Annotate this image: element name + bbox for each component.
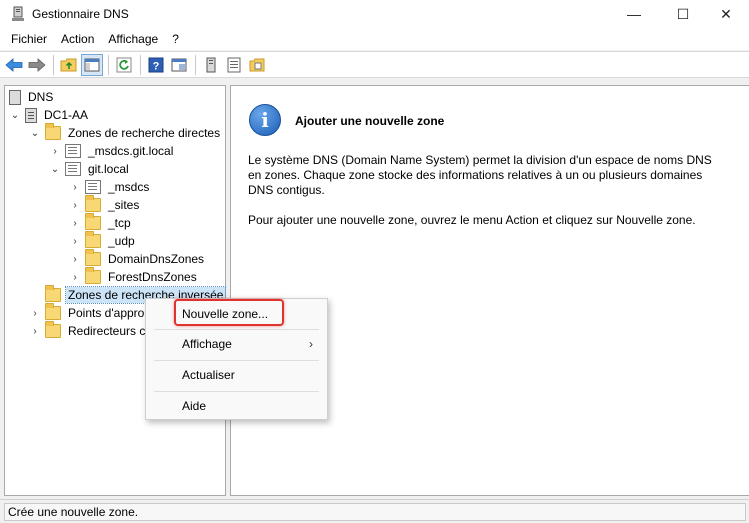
- title-bar: Gestionnaire DNS — ☐ ✕: [0, 0, 749, 28]
- folder-icon: [85, 213, 101, 230]
- tree-node-udp[interactable]: › _udp: [69, 231, 137, 250]
- tree-node-sites[interactable]: › _sites: [69, 195, 141, 214]
- toolbar-separator: [108, 54, 109, 75]
- show-hide-console-tree-icon[interactable]: [81, 53, 103, 76]
- tree-label: ForestDnsZones: [108, 270, 197, 284]
- info-body: Le système DNS (Domain Name System) perm…: [248, 153, 728, 243]
- window-title: Gestionnaire DNS: [32, 7, 129, 21]
- close-button[interactable]: ✕: [703, 0, 749, 28]
- tree-node-dns[interactable]: DNS: [9, 88, 55, 106]
- toolbar-separator: [53, 54, 54, 75]
- tree-label: _sites: [108, 198, 140, 212]
- forward-arrow-icon[interactable]: [26, 54, 48, 76]
- list-icon[interactable]: [223, 54, 245, 76]
- info-title: Ajouter une nouvelle zone: [295, 114, 445, 128]
- menu-item-help[interactable]: Aide: [146, 394, 327, 418]
- chevron-right-icon[interactable]: ›: [49, 142, 61, 160]
- chevron-down-icon[interactable]: ⌄: [9, 106, 21, 124]
- dns-icon: [9, 89, 21, 105]
- menu-separator: [154, 360, 319, 361]
- folder-icon: [85, 267, 101, 284]
- toolbar-separator: [195, 54, 196, 75]
- help-icon[interactable]: ?: [145, 54, 167, 76]
- toolbar: ?: [0, 51, 749, 78]
- server-icon: [25, 107, 37, 123]
- info-paragraph-2: Pour ajouter une nouvelle zone, ouvrez l…: [248, 213, 696, 227]
- chevron-right-icon[interactable]: ›: [69, 214, 81, 232]
- chevron-right-icon[interactable]: ›: [29, 322, 41, 340]
- toolbar-separator: [140, 54, 141, 75]
- folder-icon: [45, 321, 61, 338]
- menu-separator: [154, 391, 319, 392]
- chevron-right-icon[interactable]: ›: [69, 268, 81, 286]
- folder-icon: [85, 195, 101, 212]
- tree-node-tcp[interactable]: › _tcp: [69, 213, 133, 232]
- folder-icon: [45, 123, 61, 140]
- chevron-right-icon[interactable]: ›: [69, 178, 81, 196]
- folder-icon: [45, 285, 61, 302]
- folder-icon: [85, 231, 101, 248]
- tree-node-server[interactable]: ⌄ DC1-AA: [9, 106, 90, 124]
- chevron-down-icon[interactable]: ⌄: [49, 160, 61, 178]
- status-text: Crée une nouvelle zone.: [4, 503, 746, 521]
- dns-manager-app-icon: [10, 6, 26, 22]
- tree-label: DC1-AA: [44, 108, 89, 122]
- status-bar: Crée une nouvelle zone.: [0, 499, 749, 523]
- tree-node-domaindnszones[interactable]: › DomainDnsZones: [69, 249, 206, 268]
- chevron-right-icon[interactable]: ›: [29, 304, 41, 322]
- menu-item-view[interactable]: Affichage ›: [146, 332, 327, 356]
- tree-node-forestdnszones[interactable]: › ForestDnsZones: [69, 267, 199, 286]
- refresh-icon[interactable]: [113, 54, 135, 76]
- submenu-arrow-icon: ›: [309, 337, 313, 351]
- menu-bar: Fichier Action Affichage ?: [0, 28, 749, 50]
- chevron-down-icon[interactable]: ⌄: [29, 124, 41, 142]
- chevron-right-icon[interactable]: ›: [69, 196, 81, 214]
- tree-label: _msdcs: [108, 180, 150, 194]
- tree-label: _msdcs.git.local: [88, 144, 174, 158]
- menu-item-label: Affichage: [182, 337, 232, 351]
- info-icon: i: [249, 104, 281, 136]
- info-paragraph-1: Le système DNS (Domain Name System) perm…: [248, 153, 712, 197]
- tree-label: _tcp: [108, 216, 131, 230]
- folder-icon: [45, 303, 61, 320]
- server-icon[interactable]: [200, 54, 222, 76]
- delegated-zone-icon: [85, 180, 101, 194]
- back-arrow-icon[interactable]: [3, 54, 25, 76]
- menu-help[interactable]: ?: [165, 28, 186, 50]
- menu-separator: [154, 329, 319, 330]
- chevron-right-icon[interactable]: ›: [69, 250, 81, 268]
- tree-node-git-local[interactable]: ⌄ git.local: [49, 160, 131, 178]
- highlight-annotation: [174, 299, 284, 326]
- details-pane: i Ajouter une nouvelle zone Le système D…: [230, 85, 749, 496]
- menu-action[interactable]: Action: [54, 28, 101, 50]
- tree-node-msdcs-zone[interactable]: › _msdcs.git.local: [49, 142, 175, 160]
- menu-item-refresh[interactable]: Actualiser: [146, 363, 327, 387]
- properties-icon[interactable]: [168, 54, 190, 76]
- chevron-right-icon[interactable]: ›: [69, 232, 81, 250]
- tree-label: DomainDnsZones: [108, 252, 205, 266]
- zone-folder-icon[interactable]: [246, 54, 268, 76]
- zone-icon: [65, 162, 81, 176]
- tree-label: git.local: [88, 162, 129, 176]
- up-folder-icon[interactable]: [58, 54, 80, 76]
- tree-node-forward-zones[interactable]: ⌄ Zones de recherche directes: [29, 123, 222, 142]
- folder-icon: [85, 249, 101, 266]
- tree-node-msdcs[interactable]: › _msdcs: [69, 178, 151, 196]
- tree-label: Zones de recherche directes: [68, 126, 221, 140]
- tree-label: DNS: [28, 90, 54, 104]
- maximize-button[interactable]: ☐: [660, 0, 706, 28]
- menu-affichage[interactable]: Affichage: [101, 28, 165, 50]
- tree-label: _udp: [108, 234, 135, 248]
- zone-icon: [65, 144, 81, 158]
- minimize-button[interactable]: —: [611, 0, 657, 28]
- svg-text:?: ?: [153, 60, 160, 72]
- menu-fichier[interactable]: Fichier: [4, 28, 54, 50]
- console-tree[interactable]: DNS ⌄ DC1-AA ⌄ Zones de recherche direct…: [4, 85, 227, 496]
